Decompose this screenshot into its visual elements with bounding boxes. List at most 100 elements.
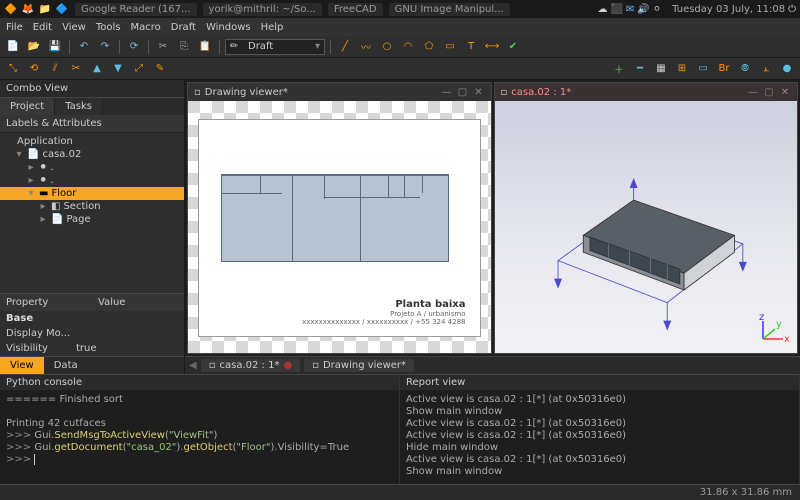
tray-icon[interactable]: 🔊: [637, 4, 649, 15]
separator: [69, 40, 70, 54]
menu-file[interactable]: File: [6, 22, 23, 33]
document-icon: 📄: [27, 149, 39, 160]
offset-icon[interactable]: ⫽: [46, 60, 64, 78]
tray-icon[interactable]: ✉: [626, 4, 634, 15]
scale-icon[interactable]: ⤢: [130, 60, 148, 78]
upgrade-icon[interactable]: ▲: [88, 60, 106, 78]
cut-icon[interactable]: ✂: [154, 38, 172, 56]
files-icon[interactable]: 📁: [38, 2, 52, 16]
tree-item[interactable]: ▸⚫.: [0, 161, 184, 174]
maximize-icon[interactable]: ▢: [763, 86, 775, 98]
workbench-selector[interactable]: ✏ Draft: [225, 39, 325, 55]
fillstyle-icon[interactable]: ▦: [652, 60, 670, 78]
save-icon[interactable]: 💾: [46, 38, 64, 56]
minimize-icon[interactable]: —: [747, 86, 759, 98]
menu-macro[interactable]: Macro: [130, 22, 160, 33]
refresh-icon[interactable]: ⟳: [125, 38, 143, 56]
status-coords: 31.86 x 31.86 mm: [700, 487, 792, 498]
draft-wire-icon[interactable]: 〰: [357, 38, 375, 56]
drawing-canvas[interactable]: Planta baixa Projeto A / urbanismo xxxxx…: [188, 101, 491, 353]
firefox-icon[interactable]: 🦊: [21, 2, 35, 16]
minimize-icon[interactable]: —: [441, 86, 453, 98]
document-tabs: ◀ ▫ casa.02 : 1* ● ▫ Drawing viewer*: [185, 356, 800, 374]
tray-icon[interactable]: ⬛: [610, 4, 622, 15]
group-icon: ⚫: [39, 162, 47, 173]
python-console: Python console ====== Finished sort Prin…: [0, 375, 400, 484]
draft-polygon-icon[interactable]: ⬠: [420, 38, 438, 56]
undo-icon[interactable]: ↶: [75, 38, 93, 56]
close-icon[interactable]: ✕: [473, 86, 485, 98]
menu-windows[interactable]: Windows: [206, 22, 251, 33]
console-output[interactable]: ====== Finished sort Printing 42 cutface…: [0, 390, 399, 484]
draft-line-icon[interactable]: ╱: [336, 38, 354, 56]
tab-scroll-left-icon[interactable]: ◀: [189, 360, 197, 371]
separator: [148, 40, 149, 54]
trim-icon[interactable]: ✂: [67, 60, 85, 78]
rotate-icon[interactable]: ⟲: [25, 60, 43, 78]
tree-item-floor[interactable]: ▾▬Floor: [0, 187, 184, 200]
taskbar-item[interactable]: yorik@mithril: ~/So...: [203, 3, 322, 16]
taskbar-item[interactable]: Google Reader (167...: [75, 3, 197, 16]
prop-row[interactable]: Display Mo...: [0, 326, 184, 341]
br-icon[interactable]: Br: [715, 60, 733, 78]
linestyle-icon[interactable]: ━: [631, 60, 649, 78]
grid-icon[interactable]: ⊞: [673, 60, 691, 78]
prop-tab-data[interactable]: Data: [44, 357, 88, 374]
draft-dim-icon[interactable]: ⟷: [483, 38, 501, 56]
align-icon[interactable]: ⫠: [757, 60, 775, 78]
menu-edit[interactable]: Edit: [33, 22, 52, 33]
move-icon[interactable]: ⤡: [4, 60, 22, 78]
document-tab[interactable]: ▫ Drawing viewer*: [304, 359, 414, 372]
report-output[interactable]: Active view is casa.02 : 1[*] (at 0x5031…: [400, 390, 799, 484]
clock[interactable]: Tuesday 03 July, 11:08: [672, 4, 785, 15]
copy-icon[interactable]: ⎘: [175, 38, 193, 56]
tree-item-section[interactable]: ▸◧Section: [0, 200, 184, 213]
tab-tasks[interactable]: Tasks: [55, 98, 103, 115]
prop-col-val: Value: [92, 294, 184, 311]
ortho-icon[interactable]: ●: [778, 60, 796, 78]
new-icon[interactable]: 📄: [4, 38, 22, 56]
draft-check-icon[interactable]: ✔: [504, 38, 522, 56]
close-tab-icon[interactable]: ●: [283, 360, 292, 371]
snap-icon[interactable]: ⦾: [736, 60, 754, 78]
pane-title-text: casa.02 : 1*: [511, 87, 571, 98]
tree-document[interactable]: ▾📄casa.02: [0, 148, 184, 161]
document-tab[interactable]: ▫ casa.02 : 1* ●: [201, 359, 300, 372]
floorplan-drawing: [221, 174, 449, 262]
paste-icon[interactable]: 📋: [196, 38, 214, 56]
redo-icon[interactable]: ↷: [96, 38, 114, 56]
tray-icon[interactable]: ⚪: [653, 4, 661, 15]
prop-row[interactable]: Visibilitytrue: [0, 341, 184, 356]
draft-text-icon[interactable]: T: [462, 38, 480, 56]
tree-item[interactable]: ▸⚫.: [0, 174, 184, 187]
section-icon: ◧: [51, 201, 60, 212]
power-icon[interactable]: ⏻: [788, 4, 796, 15]
maximize-icon[interactable]: ▢: [457, 86, 469, 98]
tray-icon[interactable]: ☁: [597, 4, 607, 15]
edit-icon[interactable]: ✎: [151, 60, 169, 78]
draft-circle-icon[interactable]: ○: [378, 38, 396, 56]
draft-rect-icon[interactable]: ▭: [441, 38, 459, 56]
close-icon[interactable]: ✕: [779, 86, 791, 98]
3d-canvas[interactable]: z x y: [495, 101, 798, 353]
panel-title: Python console: [0, 375, 399, 390]
taskbar-item[interactable]: FreeCAD: [328, 3, 383, 16]
tree-root[interactable]: Application: [0, 135, 184, 148]
menu-view[interactable]: View: [62, 22, 86, 33]
menu-tools[interactable]: Tools: [96, 22, 121, 33]
open-icon[interactable]: 📂: [25, 38, 43, 56]
taskbar-item[interactable]: GNU Image Manipul...: [389, 3, 510, 16]
tab-project[interactable]: Project: [0, 98, 55, 115]
menu-draft[interactable]: Draft: [171, 22, 196, 33]
downgrade-icon[interactable]: ▼: [109, 60, 127, 78]
statusbar: 31.86 x 31.86 mm: [0, 484, 800, 500]
draft-arc-icon[interactable]: ◠: [399, 38, 417, 56]
tree-item-page[interactable]: ▸📄Page: [0, 213, 184, 226]
prop-tab-view[interactable]: View: [0, 357, 44, 374]
constr-icon[interactable]: ▭: [694, 60, 712, 78]
blender-icon[interactable]: 🔷: [55, 2, 69, 16]
model-tree[interactable]: Application ▾📄casa.02 ▸⚫. ▸⚫. ▾▬Floor ▸◧…: [0, 133, 184, 228]
add-icon[interactable]: ＋: [610, 60, 628, 78]
apps-menu-icon[interactable]: 🔶: [4, 2, 18, 16]
menu-help[interactable]: Help: [261, 22, 284, 33]
